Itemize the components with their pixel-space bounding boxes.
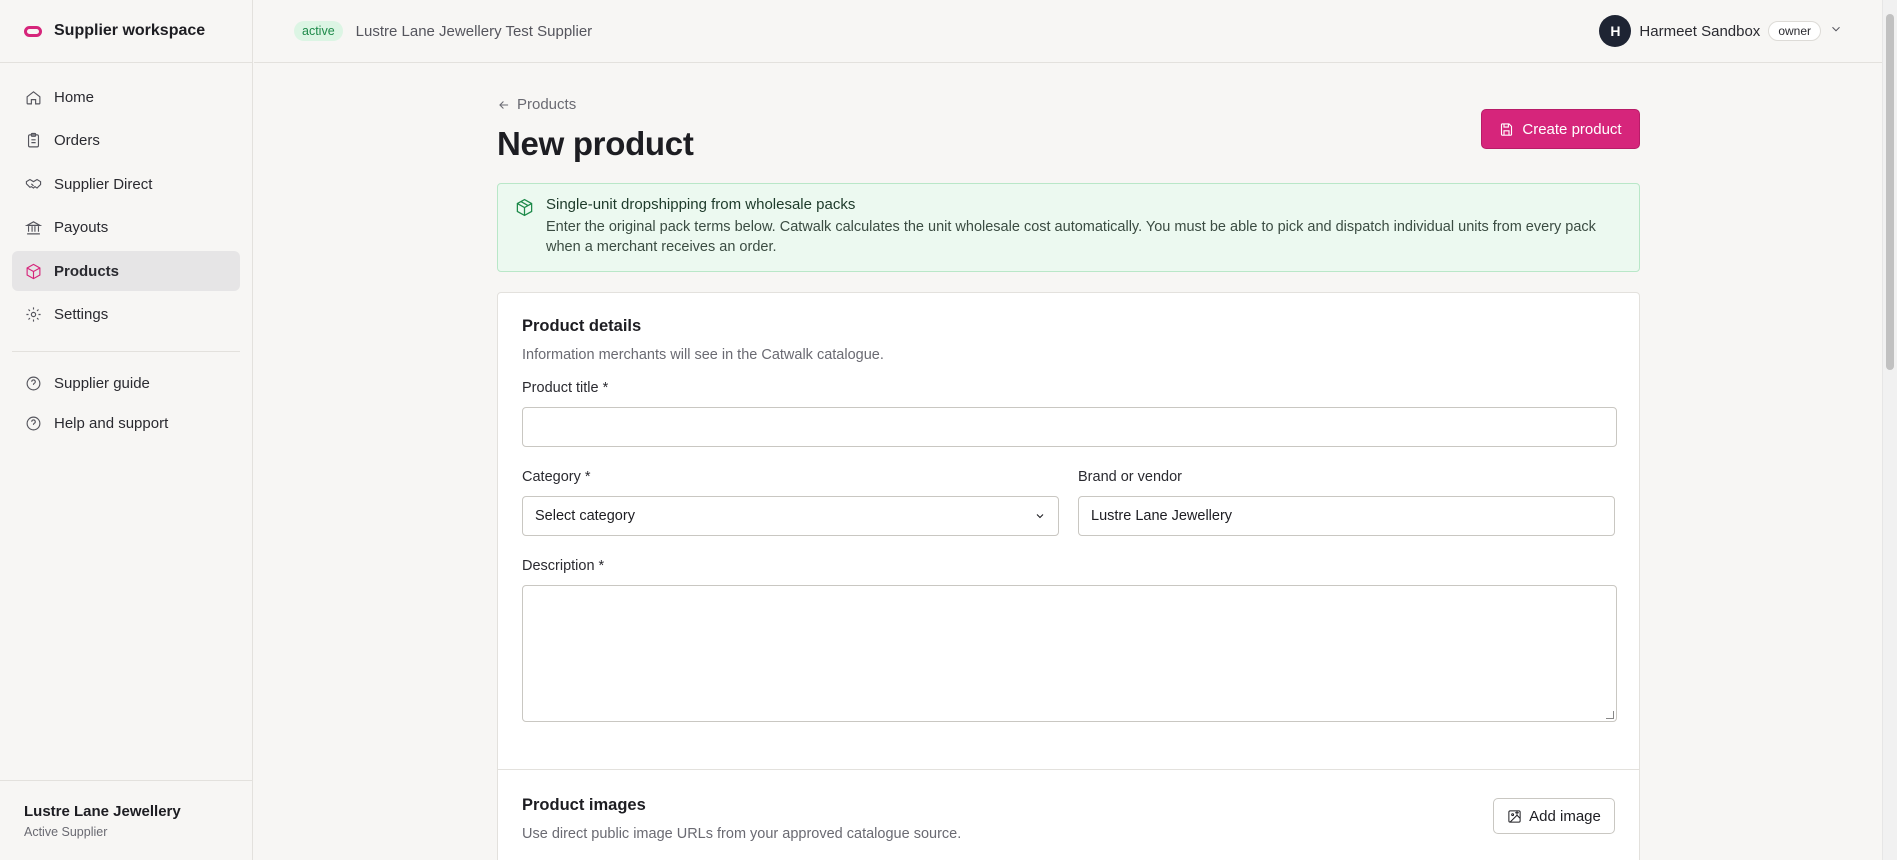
- section-subtitle: Use direct public image URLs from your a…: [522, 826, 962, 842]
- arrow-left-icon: [499, 100, 509, 109]
- product-details-section: Product details Information merchants wi…: [498, 293, 1639, 769]
- save-icon: [1501, 122, 1513, 136]
- sidebar-secondary-nav: Supplier guide Help and support: [0, 366, 252, 442]
- description-textarea[interactable]: [522, 585, 1617, 722]
- brand-name: Supplier workspace: [54, 22, 206, 39]
- create-product-label: Create product: [1522, 120, 1622, 138]
- category-select-value: Select category: [535, 508, 635, 524]
- supplier-footer-status: Active Supplier: [24, 825, 108, 839]
- product-title-label: Product title *: [522, 380, 609, 396]
- info-notice: Single-unit dropshipping from wholesale …: [497, 183, 1640, 272]
- bank-icon: [24, 219, 42, 237]
- sidebar-footer: Lustre Lane Jewellery Active Supplier: [0, 780, 253, 860]
- page-title: New product: [497, 125, 694, 162]
- category-select[interactable]: Select category: [522, 496, 1059, 536]
- sidebar-item-label: Payouts: [54, 219, 109, 236]
- sidebar-item-payouts[interactable]: Payouts: [12, 208, 240, 248]
- category-label: Category *: [522, 469, 591, 485]
- brand-input[interactable]: Lustre Lane Jewellery: [1078, 496, 1615, 536]
- page-scrollbar[interactable]: [1882, 0, 1897, 860]
- user-name: Harmeet Sandbox: [1639, 22, 1761, 40]
- notice-body: Enter the original pack terms below. Cat…: [546, 219, 1596, 255]
- sidebar-item-help-and-support[interactable]: Help and support: [12, 406, 240, 442]
- handshake-icon: [24, 175, 42, 193]
- sidebar-divider: [12, 350, 240, 352]
- back-link-label: Products: [517, 96, 577, 113]
- brand[interactable]: Supplier workspace: [0, 0, 252, 63]
- sidebar-item-label: Supplier guide: [54, 375, 150, 392]
- product-form-card: Product details Information merchants wi…: [497, 292, 1640, 860]
- box-icon: [24, 262, 42, 280]
- product-images-section: Product images Use direct public image U…: [498, 770, 1639, 842]
- category-brand-row: Category * Select category Brand or vend…: [522, 469, 1615, 536]
- sidebar: Supplier workspace Home Orders Supplier …: [0, 0, 253, 860]
- clipboard-icon: [24, 132, 42, 150]
- section-subtitle: Information merchants will see in the Ca…: [522, 347, 884, 363]
- role-badge: owner: [1768, 21, 1821, 41]
- back-link[interactable]: Products: [497, 96, 576, 113]
- chevron-down-icon[interactable]: [1829, 22, 1843, 41]
- sidebar-item-label: Products: [54, 262, 120, 280]
- scrollbar-thumb[interactable]: [1886, 14, 1894, 370]
- sidebar-item-label: Home: [54, 88, 95, 106]
- sidebar-item-supplier-guide[interactable]: Supplier guide: [12, 366, 240, 402]
- home-icon: [24, 88, 42, 106]
- sidebar-item-settings[interactable]: Settings: [12, 295, 240, 335]
- sidebar-item-supplier-direct[interactable]: Supplier Direct: [12, 164, 240, 204]
- sidebar-item-home[interactable]: Home: [12, 77, 240, 117]
- section-title: Product details: [522, 317, 642, 335]
- brand-label: Brand or vendor: [1078, 469, 1182, 485]
- supplier-name: Lustre Lane Jewellery Test Supplier: [355, 22, 593, 40]
- notice-title: Single-unit dropshipping from wholesale …: [546, 196, 856, 213]
- status-badge: active: [294, 21, 343, 41]
- resize-handle-icon[interactable]: [1606, 711, 1614, 719]
- product-title-input[interactable]: [522, 407, 1617, 447]
- help-circle-icon: [24, 415, 42, 433]
- description-label: Description *: [522, 558, 605, 574]
- chevron-down-icon: [1036, 514, 1044, 519]
- brand-field: Brand or vendor Lustre Lane Jewellery: [1078, 469, 1615, 536]
- sidebar-item-label: Supplier Direct: [54, 175, 153, 193]
- sidebar-item-label: Settings: [54, 306, 109, 323]
- sidebar-item-orders[interactable]: Orders: [12, 121, 240, 161]
- topbar: active Lustre Lane Jewellery Test Suppli…: [254, 0, 1882, 63]
- help-circle-icon: [24, 375, 42, 393]
- gear-icon: [24, 306, 42, 324]
- sidebar-nav: Home Orders Supplier Direct Payouts Prod…: [0, 63, 252, 335]
- supplier-footer-name: Lustre Lane Jewellery: [24, 803, 181, 820]
- package-icon: [515, 198, 534, 222]
- catwalk-logo-icon: [24, 25, 42, 37]
- create-product-button[interactable]: Create product: [1481, 109, 1640, 149]
- category-field: Category * Select category: [522, 469, 1059, 536]
- user-menu[interactable]: H Harmeet Sandbox owner: [1599, 15, 1843, 47]
- image-plus-icon: [1508, 809, 1521, 823]
- section-title: Product images: [522, 796, 646, 814]
- sidebar-item-products[interactable]: Products: [12, 251, 240, 291]
- add-image-label: Add image: [1529, 807, 1601, 825]
- sidebar-item-label: Help and support: [54, 415, 169, 432]
- sidebar-item-label: Orders: [54, 132, 100, 149]
- avatar: H: [1599, 15, 1632, 47]
- add-image-button[interactable]: Add image: [1493, 798, 1615, 834]
